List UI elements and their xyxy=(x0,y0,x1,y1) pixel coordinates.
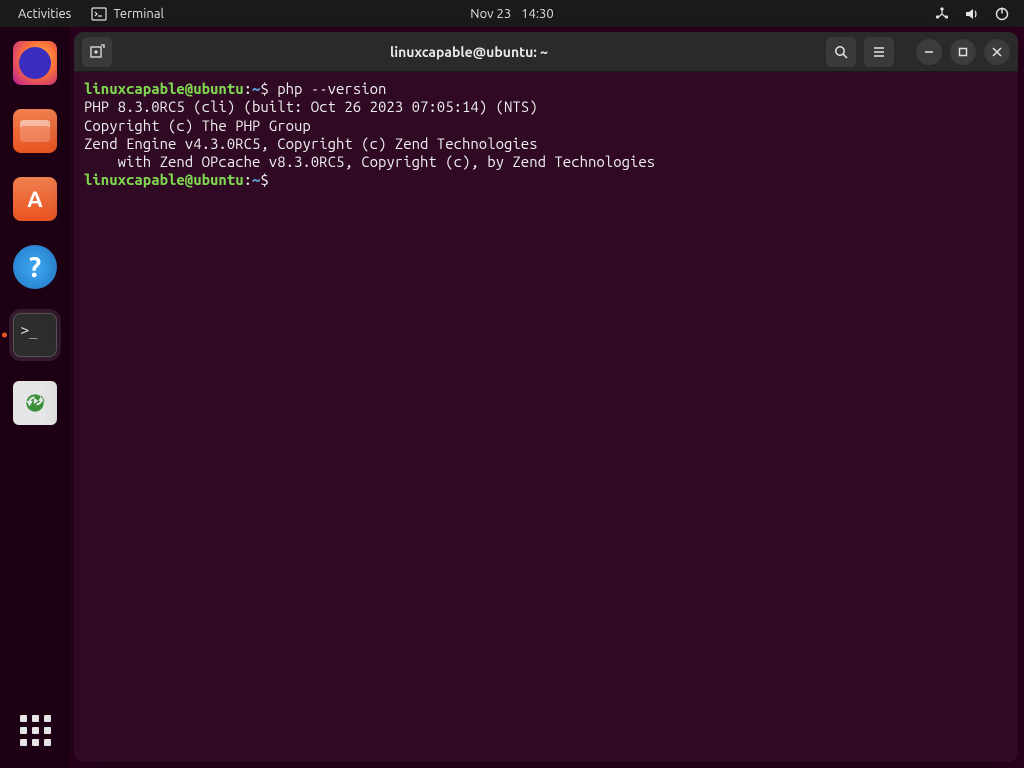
dock-item-files[interactable] xyxy=(9,105,61,157)
software-icon: A xyxy=(13,177,57,221)
titlebar: linuxcapable@ubuntu: ~ xyxy=(74,32,1018,72)
files-icon xyxy=(13,109,57,153)
window-title: linuxcapable@ubuntu: ~ xyxy=(120,44,818,60)
prompt-user: linuxcapable@ubuntu xyxy=(84,80,244,97)
clock-date: Nov 23 xyxy=(470,7,511,21)
power-icon[interactable] xyxy=(994,6,1010,22)
show-applications-button[interactable] xyxy=(15,710,55,750)
minimize-button[interactable] xyxy=(916,39,942,65)
trash-icon xyxy=(13,381,57,425)
command-text: php --version xyxy=(277,80,386,97)
firefox-icon xyxy=(13,41,57,85)
network-icon[interactable] xyxy=(934,6,950,22)
volume-icon[interactable] xyxy=(964,6,980,22)
prompt-sep: : xyxy=(244,80,252,97)
output-line: Zend Engine v4.3.0RC5, Copyright (c) Zen… xyxy=(84,135,538,152)
close-button[interactable] xyxy=(984,39,1010,65)
prompt-symbol: $ xyxy=(260,171,268,188)
dock-item-help[interactable]: ? xyxy=(9,241,61,293)
top-bar: Activities Terminal Nov 23 14:30 xyxy=(0,0,1024,27)
activities-button[interactable]: Activities xyxy=(8,7,81,21)
app-indicator-label: Terminal xyxy=(113,7,164,21)
new-tab-button[interactable] xyxy=(82,37,112,67)
clock-time: 14:30 xyxy=(521,7,554,21)
terminal-window: linuxcapable@ubuntu: ~ linuxcapable@ubun… xyxy=(74,32,1018,762)
help-icon: ? xyxy=(13,245,57,289)
output-line: Copyright (c) The PHP Group xyxy=(84,117,311,134)
app-indicator[interactable]: Terminal xyxy=(81,6,174,22)
dock-item-software[interactable]: A xyxy=(9,173,61,225)
dock-item-trash[interactable] xyxy=(9,377,61,429)
terminal-icon: >_ xyxy=(13,313,57,357)
output-line: PHP 8.3.0RC5 (cli) (built: Oct 26 2023 0… xyxy=(84,98,538,115)
dock-item-terminal[interactable]: >_ xyxy=(9,309,61,361)
hamburger-menu-button[interactable] xyxy=(864,37,894,67)
running-indicator-dot xyxy=(2,333,7,338)
maximize-button[interactable] xyxy=(950,39,976,65)
dock: A ? >_ xyxy=(0,27,70,768)
clock[interactable]: Nov 23 14:30 xyxy=(470,7,553,21)
output-line: with Zend OPcache v8.3.0RC5, Copyright (… xyxy=(84,153,655,170)
dock-item-firefox[interactable] xyxy=(9,37,61,89)
prompt-sep: : xyxy=(244,171,252,188)
prompt-user: linuxcapable@ubuntu xyxy=(84,171,244,188)
terminal-indicator-icon xyxy=(91,6,107,22)
terminal-content[interactable]: linuxcapable@ubuntu:~$ php --version PHP… xyxy=(74,72,1018,762)
search-button[interactable] xyxy=(826,37,856,67)
prompt-symbol: $ xyxy=(260,80,268,97)
